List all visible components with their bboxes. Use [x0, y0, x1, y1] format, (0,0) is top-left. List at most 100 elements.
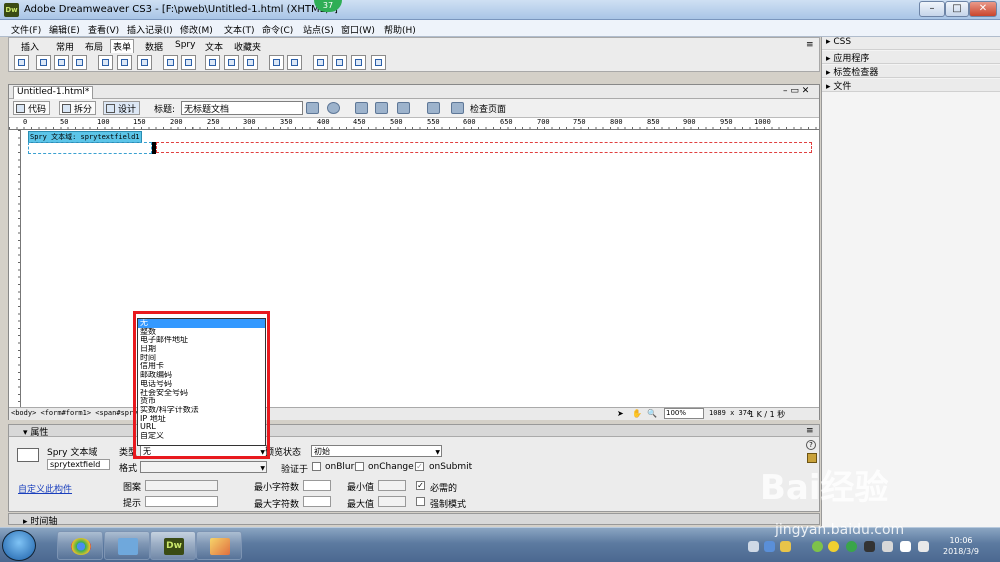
textarea-icon[interactable] — [72, 55, 87, 70]
onblur-checkbox[interactable] — [312, 462, 321, 471]
visual-aids-icon[interactable] — [397, 102, 410, 114]
tab-data[interactable]: 数据 — [145, 40, 163, 53]
min-chars-input[interactable] — [303, 480, 331, 491]
zoom-select[interactable]: 100% — [664, 408, 704, 419]
start-button[interactable] — [2, 530, 36, 561]
tray-icon[interactable] — [864, 541, 875, 552]
preview-state-select[interactable]: 初始 ▼ — [311, 445, 442, 457]
panel-files[interactable]: ▸ 文件 — [822, 79, 1000, 92]
menu-help[interactable]: 帮助(H) — [384, 23, 416, 36]
radio-group-icon[interactable] — [137, 55, 152, 70]
spry-textfield-region[interactable] — [28, 142, 152, 154]
preview-browser-icon[interactable] — [327, 102, 340, 114]
panel-application[interactable]: ▸ 应用程序 — [822, 51, 1000, 64]
menu-edit[interactable]: 编辑(E) — [49, 23, 80, 36]
pattern-input[interactable] — [145, 480, 218, 491]
taskbar-chrome[interactable] — [57, 531, 103, 560]
properties-header[interactable]: ▾ 属性 — [9, 425, 819, 438]
check-page-label[interactable]: 检查页面 — [470, 102, 506, 115]
menu-site[interactable]: 站点(S) — [303, 23, 334, 36]
tray-icon[interactable] — [828, 541, 839, 552]
form-icon[interactable] — [14, 55, 29, 70]
hidden-field-icon[interactable] — [54, 55, 69, 70]
tab-insert[interactable]: 插入 — [21, 40, 39, 53]
tray-icon[interactable] — [780, 541, 791, 552]
dreamweaver-app-icon[interactable]: Dw — [4, 3, 19, 17]
taskbar-dreamweaver[interactable]: Dw — [150, 531, 196, 560]
list-menu-icon[interactable] — [163, 55, 178, 70]
volume-icon[interactable] — [918, 541, 929, 552]
design-view-button[interactable]: 设计 — [103, 101, 141, 115]
label-icon[interactable] — [269, 55, 284, 70]
tab-text[interactable]: 文本 — [205, 40, 223, 53]
taskbar-paint[interactable] — [196, 531, 242, 560]
panel-menu-icon[interactable]: ≡ — [806, 426, 814, 436]
panel-tag-inspector[interactable]: ▸ 标签检查器 — [822, 65, 1000, 78]
widget-name-input[interactable]: sprytextfield — [47, 459, 110, 470]
file-management-icon[interactable] — [306, 102, 319, 114]
timeline-panel[interactable]: ▸ 时间轴 — [8, 513, 820, 527]
maximize-button[interactable]: □ — [945, 1, 969, 17]
menu-view[interactable]: 查看(V) — [88, 23, 119, 36]
tray-icon[interactable] — [748, 541, 759, 552]
tab-common[interactable]: 常用 — [56, 40, 74, 53]
spry-validation-text-icon[interactable] — [313, 55, 328, 70]
view-options-icon[interactable] — [375, 102, 388, 114]
tray-icon[interactable] — [846, 541, 857, 552]
tray-icon[interactable] — [812, 541, 823, 552]
checkbox-icon[interactable] — [98, 55, 113, 70]
tag-selector[interactable]: <body> <form#form1> <span#spry — [11, 409, 137, 417]
jump-menu-icon[interactable] — [181, 55, 196, 70]
system-clock[interactable]: 10:06 2018/3/9 — [943, 535, 979, 557]
spry-validation-textarea-icon[interactable] — [371, 55, 386, 70]
image-field-icon[interactable] — [205, 55, 220, 70]
validate-markup-icon[interactable] — [427, 102, 440, 114]
menu-text[interactable]: 文本(T) — [224, 23, 255, 36]
hand-tool-icon[interactable]: ✋ — [632, 409, 642, 418]
radio-button-icon[interactable] — [117, 55, 132, 70]
format-select[interactable]: ▼ — [140, 461, 267, 473]
minimize-button[interactable]: – — [919, 1, 945, 17]
menu-commands[interactable]: 命令(C) — [262, 23, 293, 36]
spry-validation-checkbox-icon[interactable] — [351, 55, 366, 70]
window-size[interactable]: 1089 x 374 — [709, 409, 751, 417]
document-tab[interactable]: Untitled-1.html* — [13, 86, 94, 99]
menu-window[interactable]: 窗口(W) — [341, 23, 375, 36]
panel-css[interactable]: ▸ CSS — [822, 37, 1000, 50]
form-outline[interactable] — [156, 142, 812, 153]
menu-modify[interactable]: 修改(M) — [180, 23, 213, 36]
text-field-icon[interactable] — [36, 55, 51, 70]
customize-widget-link[interactable]: 自定义此构件 — [18, 482, 72, 495]
onchange-checkbox[interactable] — [355, 462, 364, 471]
enforce-pattern-checkbox[interactable] — [416, 497, 425, 506]
tray-icon[interactable] — [882, 541, 893, 552]
min-value-input[interactable] — [378, 480, 406, 491]
check-page-icon[interactable] — [451, 102, 464, 114]
tab-spry[interactable]: Spry — [175, 40, 195, 50]
spry-validation-select-icon[interactable] — [332, 55, 347, 70]
max-value-input[interactable] — [378, 496, 406, 507]
restore-icon[interactable]: – ▭ ✕ — [783, 86, 809, 96]
required-checkbox[interactable]: ✓ — [416, 481, 425, 490]
taskbar-notepad[interactable] — [104, 531, 150, 560]
tab-forms[interactable]: 表单 — [110, 39, 135, 53]
help-icon[interactable]: ? — [806, 440, 816, 450]
tray-icon[interactable] — [764, 541, 775, 552]
tab-favorites[interactable]: 收藏夹 — [234, 40, 261, 53]
refresh-icon[interactable] — [355, 102, 368, 114]
close-button[interactable]: ✕ — [969, 1, 997, 17]
menu-file[interactable]: 文件(F) — [11, 23, 41, 36]
file-field-icon[interactable] — [224, 55, 239, 70]
zoom-tool-icon[interactable]: 🔍 — [647, 409, 657, 418]
code-view-button[interactable]: 代码 — [13, 101, 51, 115]
tab-layout[interactable]: 布局 — [85, 40, 103, 53]
select-tool-icon[interactable]: ➤ — [617, 409, 624, 418]
split-view-button[interactable]: 拆分 — [59, 101, 97, 115]
onsubmit-checkbox[interactable]: ✓ — [415, 462, 424, 471]
button-icon[interactable] — [243, 55, 258, 70]
max-chars-input[interactable] — [303, 496, 331, 507]
page-title-input[interactable]: 无标题文档 — [181, 101, 303, 115]
menu-insert[interactable]: 插入记录(I) — [127, 23, 173, 36]
network-icon[interactable] — [900, 541, 911, 552]
panel-options-icon[interactable]: ≡ — [806, 40, 814, 50]
